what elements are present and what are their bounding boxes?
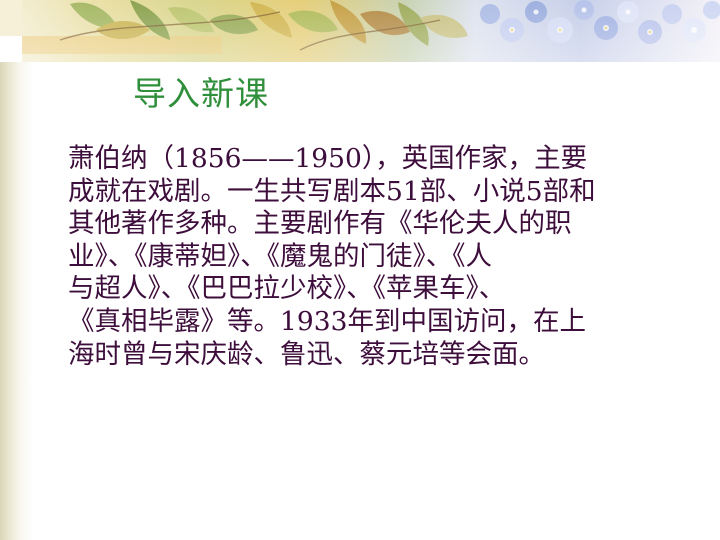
slide: 导入新课 萧伯纳（1856——1950），英国作家，主要 成就在戏剧。一生共写剧…: [0, 0, 720, 540]
banner-image: [0, 0, 720, 62]
body-line: 萧伯纳（1856——1950），英国作家，主要: [68, 143, 588, 174]
body-line: 与超人》、《巴巴拉少校》、《苹果车》、: [68, 273, 506, 305]
decorative-banner: [0, 0, 720, 62]
body-line: 业》、《康蒂妲》、《魔鬼的门徒》、《人: [68, 240, 492, 272]
slide-title: 导入新课: [133, 74, 269, 113]
slide-body-text: 萧伯纳（1856——1950），英国作家，主要 成就在戏剧。一生共写剧本51部、…: [68, 143, 698, 371]
body-line: 其他著作多种。主要剧作有《华伦夫人的职: [68, 208, 572, 240]
body-line: 成就在戏剧。一生共写剧本51部、小说5部和: [68, 175, 596, 207]
body-line: 海时曾与宋庆龄、鲁迅、蔡元培等会面。: [68, 338, 545, 370]
body-line: 《真相毕露》等。1933年到中国访问，在上: [68, 305, 586, 337]
